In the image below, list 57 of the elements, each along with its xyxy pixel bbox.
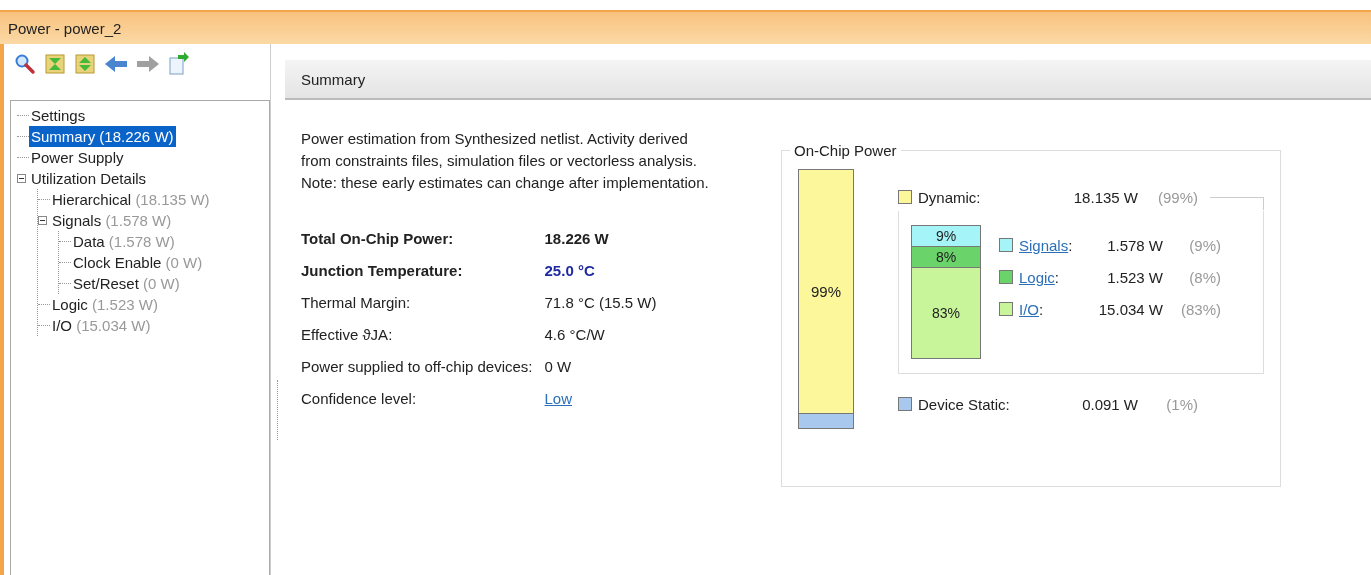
metric-value: 18.226 W — [544, 230, 610, 247]
legend-value: 0.091 W — [1081, 395, 1138, 413]
bar-segment: 99% — [799, 170, 853, 413]
legend-link[interactable]: Logic — [1019, 268, 1055, 286]
group-title: On-Chip Power — [793, 142, 898, 159]
legend-percent: (83%) — [1180, 300, 1221, 318]
export-icon[interactable] — [168, 52, 190, 76]
expand-all-icon[interactable] — [74, 53, 96, 75]
legend-value: 1.523 W — [1106, 268, 1163, 286]
collapse-icon[interactable] — [17, 174, 29, 183]
colon-text: : — [1068, 236, 1073, 254]
metric-label: Total On-Chip Power: — [301, 230, 455, 247]
metric-label: Effective ϑJA: — [301, 326, 394, 343]
tree-item[interactable]: Power Supply — [29, 147, 126, 168]
tree-item[interactable]: I/O (15.034 W) — [50, 315, 153, 336]
metric-label: Junction Temperature: — [301, 262, 464, 279]
metric-label: Power supplied to off-chip devices: — [301, 358, 533, 375]
legend-percent: (99%) — [1157, 188, 1198, 206]
tree-item[interactable]: Clock Enable (0 W) — [71, 252, 205, 273]
metric-label: Thermal Margin: — [301, 294, 412, 311]
legend-value: 1.578 W — [1106, 236, 1163, 254]
back-arrow-icon[interactable] — [104, 53, 128, 75]
bracket-line — [1210, 197, 1264, 210]
window-title: Power - power_2 — [8, 19, 122, 37]
colon-text: : — [1039, 300, 1044, 318]
legend-percent: (1%) — [1165, 395, 1198, 413]
tree-item[interactable]: Hierarchical (18.135 W) — [50, 189, 212, 210]
bar-segment: 9% — [912, 226, 980, 247]
collapse-icon[interactable] — [38, 216, 50, 225]
colon-text: : — [1054, 268, 1060, 286]
bar-segment: 8% — [912, 247, 980, 268]
tree-item[interactable]: Utilization Details — [29, 168, 149, 189]
tree-item[interactable]: Signals (1.578 W) — [50, 210, 174, 231]
panel-title: Summary — [301, 70, 366, 88]
forward-arrow-icon[interactable] — [136, 53, 160, 75]
collapse-all-icon[interactable] — [44, 53, 66, 75]
tree-item[interactable]: Logic (1.523 W) — [50, 294, 160, 315]
legend-percent: (9%) — [1188, 236, 1221, 254]
metric-value: 0 W — [544, 358, 573, 375]
bar-segment: 83% — [912, 268, 980, 358]
legend-label: Device Static: — [918, 395, 1011, 413]
description-text: Power estimation from Synthesized netlist. Activity derived from constraints files, simulation files or vectorless analysis. Note: these early estimates can change after implementation. — [301, 129, 710, 193]
legend-label: Dynamic: — [918, 188, 982, 206]
tree-item[interactable]: Data (1.578 W) — [71, 231, 177, 252]
metric-value: 25.0 °C — [544, 262, 596, 279]
legend-link[interactable]: I/O — [1019, 300, 1039, 318]
metric-value: 4.6 °C/W — [544, 326, 606, 343]
tree-item[interactable]: Summary (18.226 W) — [29, 126, 176, 147]
legend-value: 15.034 W — [1097, 300, 1163, 318]
tree-item[interactable]: Set/Reset (0 W) — [71, 273, 182, 294]
search-icon[interactable] — [14, 53, 36, 75]
metric-label: Confidence level: — [301, 390, 418, 407]
legend-percent: (8%) — [1188, 268, 1221, 286]
metric-link[interactable]: Low — [544, 390, 657, 407]
legend-value: 18.135 W — [1072, 188, 1138, 206]
tree-item[interactable]: Settings — [29, 105, 88, 126]
metric-value: 71.8 °C (15.5 W) — [544, 294, 657, 311]
